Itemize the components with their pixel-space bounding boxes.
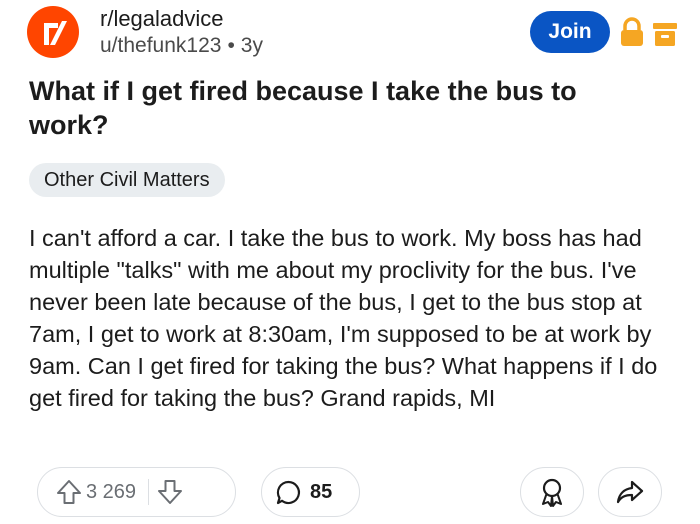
author-link[interactable]: u/thefunk123 — [100, 34, 221, 57]
vote-divider — [148, 479, 150, 505]
lock-icon — [621, 17, 643, 46]
meta-separator: • — [227, 34, 235, 57]
post-meta: u/thefunk123 • 3y — [100, 34, 263, 58]
award-button[interactable] — [520, 467, 584, 517]
comment-count: 85 — [310, 480, 333, 503]
post-flair[interactable]: Other Civil Matters — [29, 163, 225, 197]
upvote-icon[interactable] — [56, 478, 82, 506]
award-icon — [542, 478, 562, 507]
vote-count: 3 269 — [86, 480, 137, 503]
comment-icon — [276, 480, 301, 504]
downvote-icon[interactable] — [157, 478, 183, 506]
post-age: 3y — [240, 34, 263, 57]
post-title[interactable]: What if I get fired because I take the b… — [29, 74, 629, 142]
post-body: I can't afford a car. I take the bus to … — [29, 225, 658, 411]
share-icon — [616, 480, 644, 504]
subreddit-name[interactable]: r/legaladvice — [100, 6, 224, 32]
archive-icon — [653, 23, 677, 46]
join-button[interactable]: Join — [530, 11, 610, 53]
post-header: r/legaladvice u/thefunk123 • 3y Join — [0, 0, 700, 70]
vote-bar: 3 269 — [37, 467, 236, 517]
comments-button[interactable]: 85 — [261, 467, 360, 517]
share-button[interactable] — [598, 467, 662, 517]
subreddit-logo-icon[interactable] — [27, 6, 79, 58]
